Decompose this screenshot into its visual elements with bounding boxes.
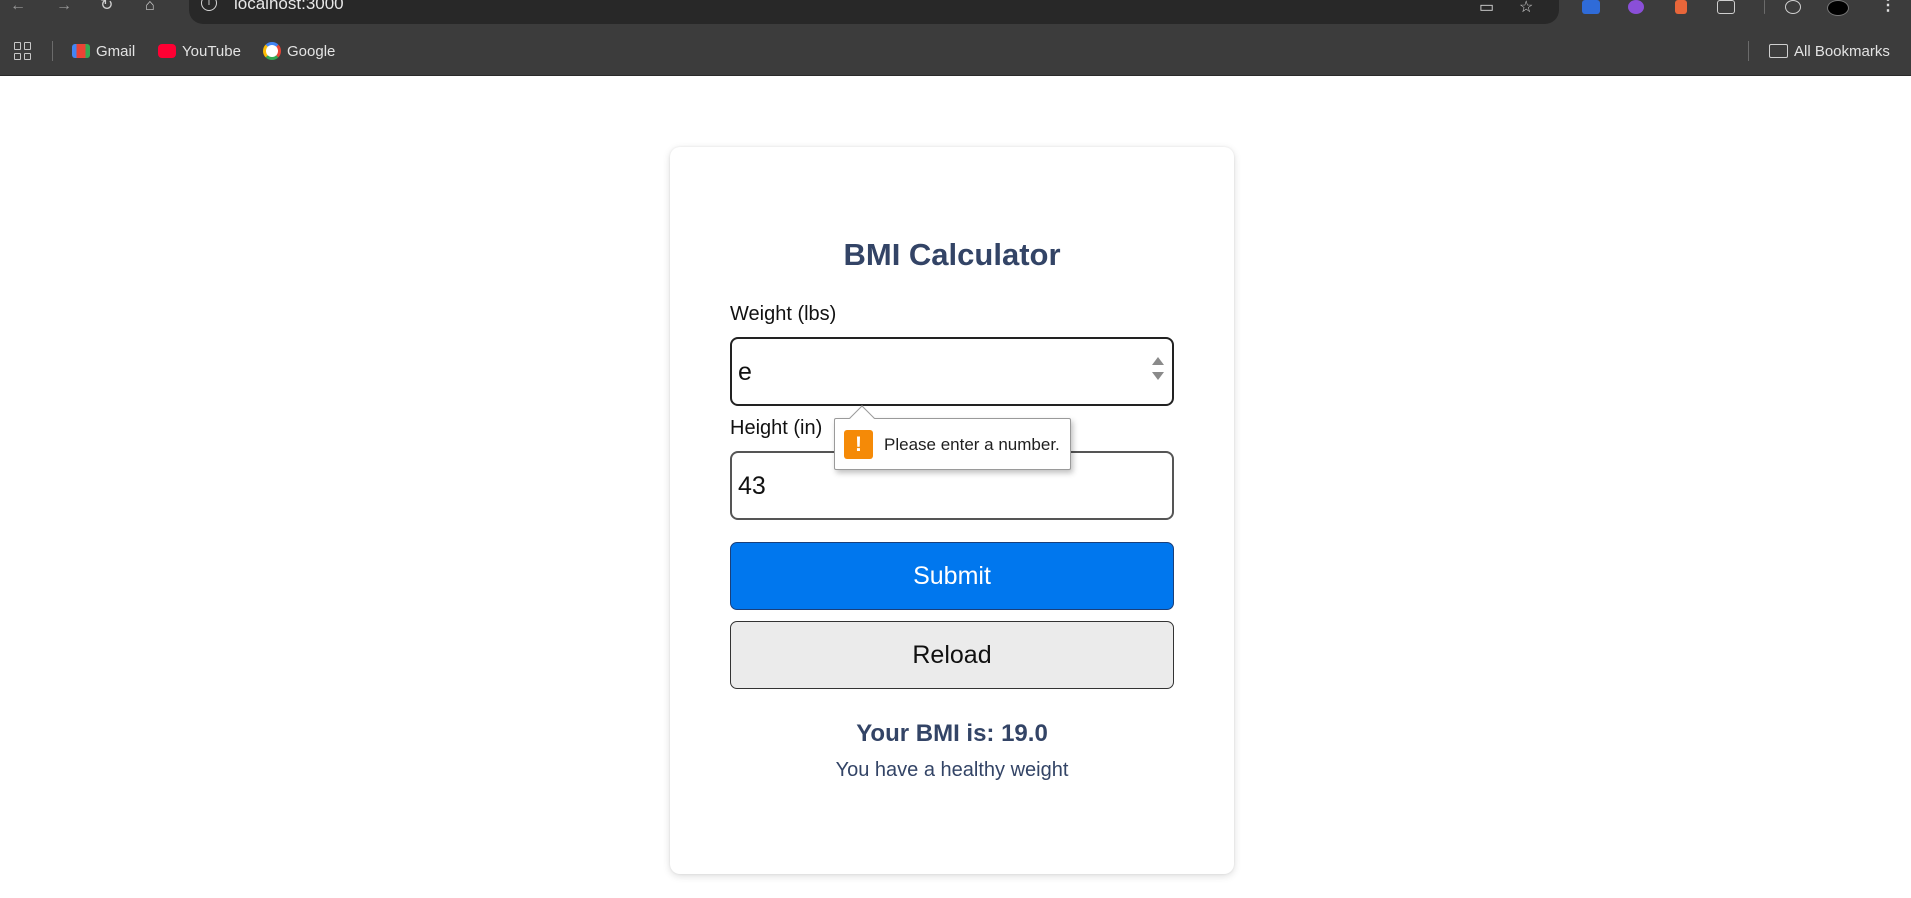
all-bookmarks-label: All Bookmarks	[1794, 42, 1890, 60]
back-icon[interactable]: ←	[10, 0, 26, 14]
reload-button[interactable]: Reload	[730, 621, 1174, 689]
forward-icon[interactable]: →	[56, 0, 72, 14]
validation-message: Please enter a number.	[884, 435, 1060, 454]
all-bookmarks-button[interactable]: All Bookmarks	[1769, 41, 1890, 61]
bmi-result: Your BMI is: 19.0	[856, 720, 1048, 747]
extensions-puzzle-icon[interactable]	[1717, 0, 1735, 14]
url-text: localhost:3000	[234, 0, 344, 13]
browser-toolbar: ← → ↻ ⌂ i localhost:3000 ▭ ☆ ⋮	[0, 0, 1911, 24]
translate-extension-icon[interactable]	[1582, 0, 1600, 14]
bookmark-star-icon[interactable]: ☆	[1519, 0, 1533, 17]
bmi-card: BMI Calculator Weight (lbs) e Height (in…	[670, 147, 1234, 874]
validation-tooltip: ! Please enter a number.	[834, 405, 1071, 470]
submit-button[interactable]: Submit	[730, 542, 1174, 610]
performance-icon[interactable]	[1785, 0, 1801, 14]
site-info-icon[interactable]: i	[201, 0, 217, 11]
weight-spinner[interactable]	[1152, 357, 1164, 387]
address-bar[interactable]: i localhost:3000 ▭ ☆	[189, 0, 1559, 24]
folder-icon	[1769, 44, 1788, 58]
toolbar-divider	[1764, 0, 1765, 14]
page-title: BMI Calculator	[843, 237, 1061, 272]
weight-value: e	[738, 358, 752, 386]
menu-icon[interactable]: ⋮	[1880, 0, 1896, 14]
spinner-up-icon[interactable]	[1152, 357, 1164, 365]
bookmark-gmail[interactable]: Gmail	[72, 41, 135, 61]
bookmark-extension-icon[interactable]	[1675, 0, 1687, 14]
bookmark-label: Gmail	[96, 42, 136, 60]
warning-icon: !	[844, 430, 873, 459]
reload-page-icon[interactable]: ↻	[100, 0, 113, 14]
bookmark-google[interactable]: Google	[263, 41, 335, 61]
bookmark-label: Google	[287, 42, 336, 60]
bookmark-youtube[interactable]: YouTube	[158, 41, 241, 61]
youtube-icon	[158, 44, 176, 58]
bookmark-label: YouTube	[182, 42, 241, 60]
gmail-icon	[72, 44, 90, 58]
weight-label: Weight (lbs)	[730, 303, 837, 325]
install-app-icon[interactable]: ▭	[1479, 0, 1494, 17]
google-icon	[263, 42, 281, 60]
extension-icon[interactable]	[1628, 0, 1644, 14]
apps-grid-icon[interactable]	[14, 42, 32, 60]
avatar[interactable]	[1827, 0, 1849, 16]
bookmarks-bar: Gmail YouTube Google All Bookmarks	[0, 24, 1911, 76]
height-label: Height (in)	[730, 417, 823, 439]
bmi-message: You have a healthy weight	[835, 759, 1069, 781]
bookmarks-divider	[1748, 41, 1749, 61]
bookmarks-divider	[52, 41, 53, 61]
height-value: 43	[738, 472, 766, 500]
spinner-down-icon[interactable]	[1152, 372, 1164, 380]
home-icon[interactable]: ⌂	[145, 0, 155, 14]
weight-input[interactable]: e	[730, 337, 1174, 406]
